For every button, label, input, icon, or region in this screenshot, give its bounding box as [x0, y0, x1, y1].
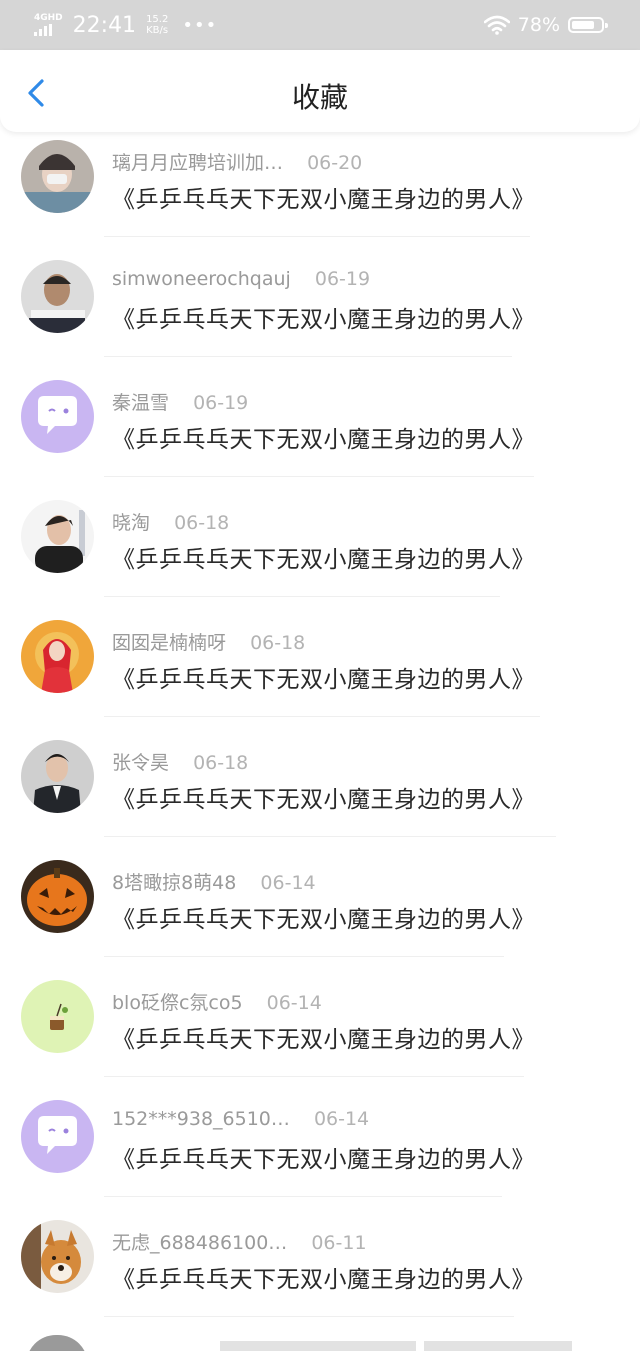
page-title: 收藏 [291, 81, 348, 114]
favorite-date: 06-18 [174, 512, 230, 534]
author-name: 囡囡是楠楠呀 [112, 632, 227, 654]
list-item[interactable]: blo砭傺c氛co5 06-14 《乒乒乓乓天下无双小魔王身边的男人》 [0, 960, 640, 1080]
favorite-date: 06-19 [314, 268, 371, 290]
network-speed-unit: KB/s [146, 25, 169, 36]
author-name: 张令昊 [112, 752, 170, 774]
author-name: 152***938_6510… [112, 1108, 290, 1130]
author-name: 无虑_688486100… [112, 1232, 288, 1254]
battery-level [572, 21, 594, 29]
list-item[interactable]: 囡囡是楠楠呀 06-18 《乒乒乓乓天下无双小魔王身边的男人》 [0, 600, 640, 720]
wifi-icon [483, 15, 510, 35]
divider [104, 1316, 514, 1317]
avatar [21, 260, 94, 333]
article-title: 《乒乒乓乓天下无双小魔王身边的男人》 [112, 1147, 535, 1173]
article-title: 《乒乒乓乓天下无双小魔王身边的男人》 [112, 1027, 535, 1053]
author-name: 秦温雪 [112, 392, 170, 414]
avatar [21, 140, 94, 213]
author-name: 8塔瞰掠8萌48 [112, 872, 237, 894]
list-item[interactable]: 无虑_688486100… 06-11 《乒乒乓乓天下无双小魔王身边的男人》 [0, 1200, 640, 1320]
avatar [21, 620, 94, 693]
default-avatar-icon [21, 380, 94, 453]
avatar [21, 500, 94, 573]
network-speed: 15.2 KB/s [146, 14, 168, 36]
favorite-date: 06-20 [307, 152, 363, 174]
favorite-date: 06-18 [193, 752, 249, 774]
battery-percent: 78% [517, 14, 560, 36]
divider [104, 476, 534, 477]
favorite-date: 06-14 [266, 992, 322, 1014]
divider [104, 836, 556, 837]
list-item[interactable]: 晓淘 06-18 《乒乒乓乓天下无双小魔王身边的男人》 [0, 480, 640, 600]
network-speed-value: 15.2 [146, 14, 169, 25]
default-avatar-icon [21, 1100, 94, 1173]
article-title: 《乒乒乓乓天下无双小魔王身边的男人》 [112, 427, 535, 453]
avatar [21, 980, 94, 1053]
list-item[interactable]: 8塔瞰掠8萌48 06-14 《乒乒乓乓天下无双小魔王身边的男人》 [0, 840, 640, 960]
divider [104, 1196, 502, 1197]
article-title: 《乒乒乓乓天下无双小魔王身边的男人》 [112, 907, 535, 933]
favorite-date: 06-18 [250, 632, 306, 654]
divider [104, 356, 512, 357]
list-item[interactable]: 璃月月应聘培训加… 06-20 《乒乒乓乓天下无双小魔王身边的男人》 [0, 120, 640, 240]
favorite-date: 06-14 [313, 1108, 370, 1130]
list-item[interactable]: simwoneerochqauj 06-19 《乒乒乓乓天下无双小魔王身边的男人… [0, 240, 640, 360]
navigation-header: 收藏 [0, 50, 640, 132]
author-name: 晓淘 [112, 512, 151, 534]
article-title: 《乒乒乓乓天下无双小魔王身边的男人》 [112, 1267, 535, 1293]
divider [104, 716, 540, 717]
divider [104, 956, 504, 957]
favorite-date: 06-11 [311, 1232, 367, 1254]
network-type: 4GHD [34, 13, 63, 23]
clock: 22:41 [72, 12, 137, 38]
author-name: 璃月月应聘培训加… [112, 152, 284, 174]
list-item[interactable]: 152***938_6510… 06-14 《乒乒乓乓天下无双小魔王身边的男人》 [0, 1080, 640, 1200]
article-title: 《乒乒乓乓天下无双小魔王身边的男人》 [112, 547, 535, 573]
avatar [21, 860, 94, 933]
signal-bars-icon [34, 24, 52, 36]
article-title: 《乒乒乓乓天下无双小魔王身边的男人》 [112, 187, 535, 213]
battery-icon [568, 17, 608, 33]
divider [104, 1076, 524, 1077]
article-title: 《乒乒乓乓天下无双小魔王身边的男人》 [112, 307, 535, 333]
favorite-date: 06-19 [193, 392, 249, 414]
divider [104, 236, 530, 237]
article-title: 《乒乒乓乓天下无双小魔王身边的男人》 [112, 787, 535, 813]
avatar [21, 740, 94, 813]
article-title: 《乒乒乓乓天下无双小魔王身边的男人》 [112, 667, 535, 693]
more-notifications-icon: ••• [182, 14, 218, 36]
divider [104, 596, 500, 597]
list-item[interactable]: 张令昊 06-18 《乒乒乓乓天下无双小魔王身边的男人》 [0, 720, 640, 840]
partial-list-item [0, 1335, 640, 1351]
favorite-date: 06-14 [260, 872, 316, 894]
list-item[interactable]: 秦温雪 06-19 《乒乒乓乓天下无双小魔王身边的男人》 [0, 360, 640, 480]
author-name: blo砭傺c氛co5 [112, 992, 243, 1014]
status-bar: 4GHD 22:41 15.2 KB/s ••• 78% [0, 0, 640, 50]
author-name: simwoneerochqauj [112, 268, 291, 290]
avatar [21, 1220, 94, 1293]
signal-indicator: 4GHD [34, 14, 63, 36]
